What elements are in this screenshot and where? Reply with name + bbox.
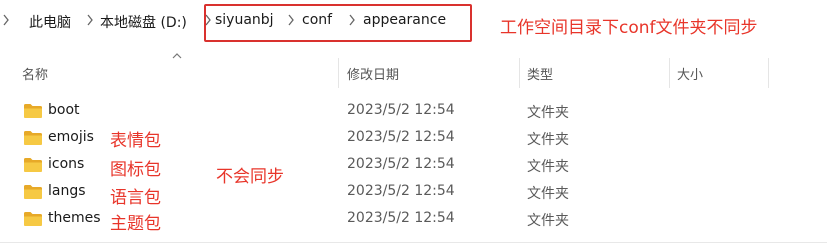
annotation-conf-not-synced: 工作空间目录下conf文件夹不同步 bbox=[500, 18, 758, 38]
annotation-themes: 主题包 bbox=[110, 214, 161, 234]
folder-icon bbox=[24, 158, 42, 172]
file-name[interactable]: themes bbox=[48, 210, 101, 226]
folder-icon bbox=[24, 104, 42, 118]
breadcrumb-this-pc[interactable]: 此电脑 bbox=[29, 12, 71, 32]
file-modified: 2023/5/2 12:54 bbox=[347, 156, 455, 172]
column-header-size[interactable]: 大小 bbox=[677, 64, 703, 83]
column-header-modified[interactable]: 修改日期 bbox=[347, 64, 399, 83]
folder-icon bbox=[24, 212, 42, 226]
file-modified: 2023/5/2 12:54 bbox=[347, 129, 455, 145]
file-type: 文件夹 bbox=[527, 105, 569, 121]
file-type: 文件夹 bbox=[527, 213, 569, 229]
annotation-not-synced: 不会同步 bbox=[216, 167, 284, 187]
file-name[interactable]: boot bbox=[48, 102, 80, 118]
file-modified: 2023/5/2 12:54 bbox=[347, 183, 455, 199]
chevron-right-icon[interactable] bbox=[2, 12, 10, 28]
file-type: 文件夹 bbox=[527, 159, 569, 175]
column-divider[interactable] bbox=[669, 58, 670, 88]
file-type: 文件夹 bbox=[527, 132, 569, 148]
column-header-type[interactable]: 类型 bbox=[527, 64, 553, 83]
folder-icon bbox=[24, 131, 42, 145]
file-name[interactable]: icons bbox=[48, 156, 84, 172]
annotation-emojis: 表情包 bbox=[110, 131, 161, 151]
column-divider[interactable] bbox=[338, 58, 339, 88]
column-header-name[interactable]: 名称 bbox=[22, 64, 48, 83]
column-divider[interactable] bbox=[768, 58, 769, 88]
folder-icon bbox=[24, 185, 42, 199]
chevron-right-icon[interactable] bbox=[86, 12, 94, 28]
file-type: 文件夹 bbox=[527, 186, 569, 202]
file-row-boot[interactable]: boot 2023/5/2 12:54 文件夹 bbox=[0, 98, 827, 125]
file-modified: 2023/5/2 12:54 bbox=[347, 102, 455, 118]
file-name[interactable]: emojis bbox=[48, 129, 94, 145]
file-modified: 2023/5/2 12:54 bbox=[347, 210, 455, 226]
column-divider[interactable] bbox=[519, 58, 520, 88]
highlight-box bbox=[204, 4, 472, 42]
divider bbox=[0, 242, 827, 243]
sort-up-icon bbox=[172, 53, 182, 59]
breadcrumb-local-disk[interactable]: 本地磁盘 (D:) bbox=[100, 12, 187, 32]
annotation-langs: 语言包 bbox=[110, 188, 161, 208]
annotation-icons: 图标包 bbox=[110, 160, 161, 180]
file-name[interactable]: langs bbox=[48, 183, 86, 199]
